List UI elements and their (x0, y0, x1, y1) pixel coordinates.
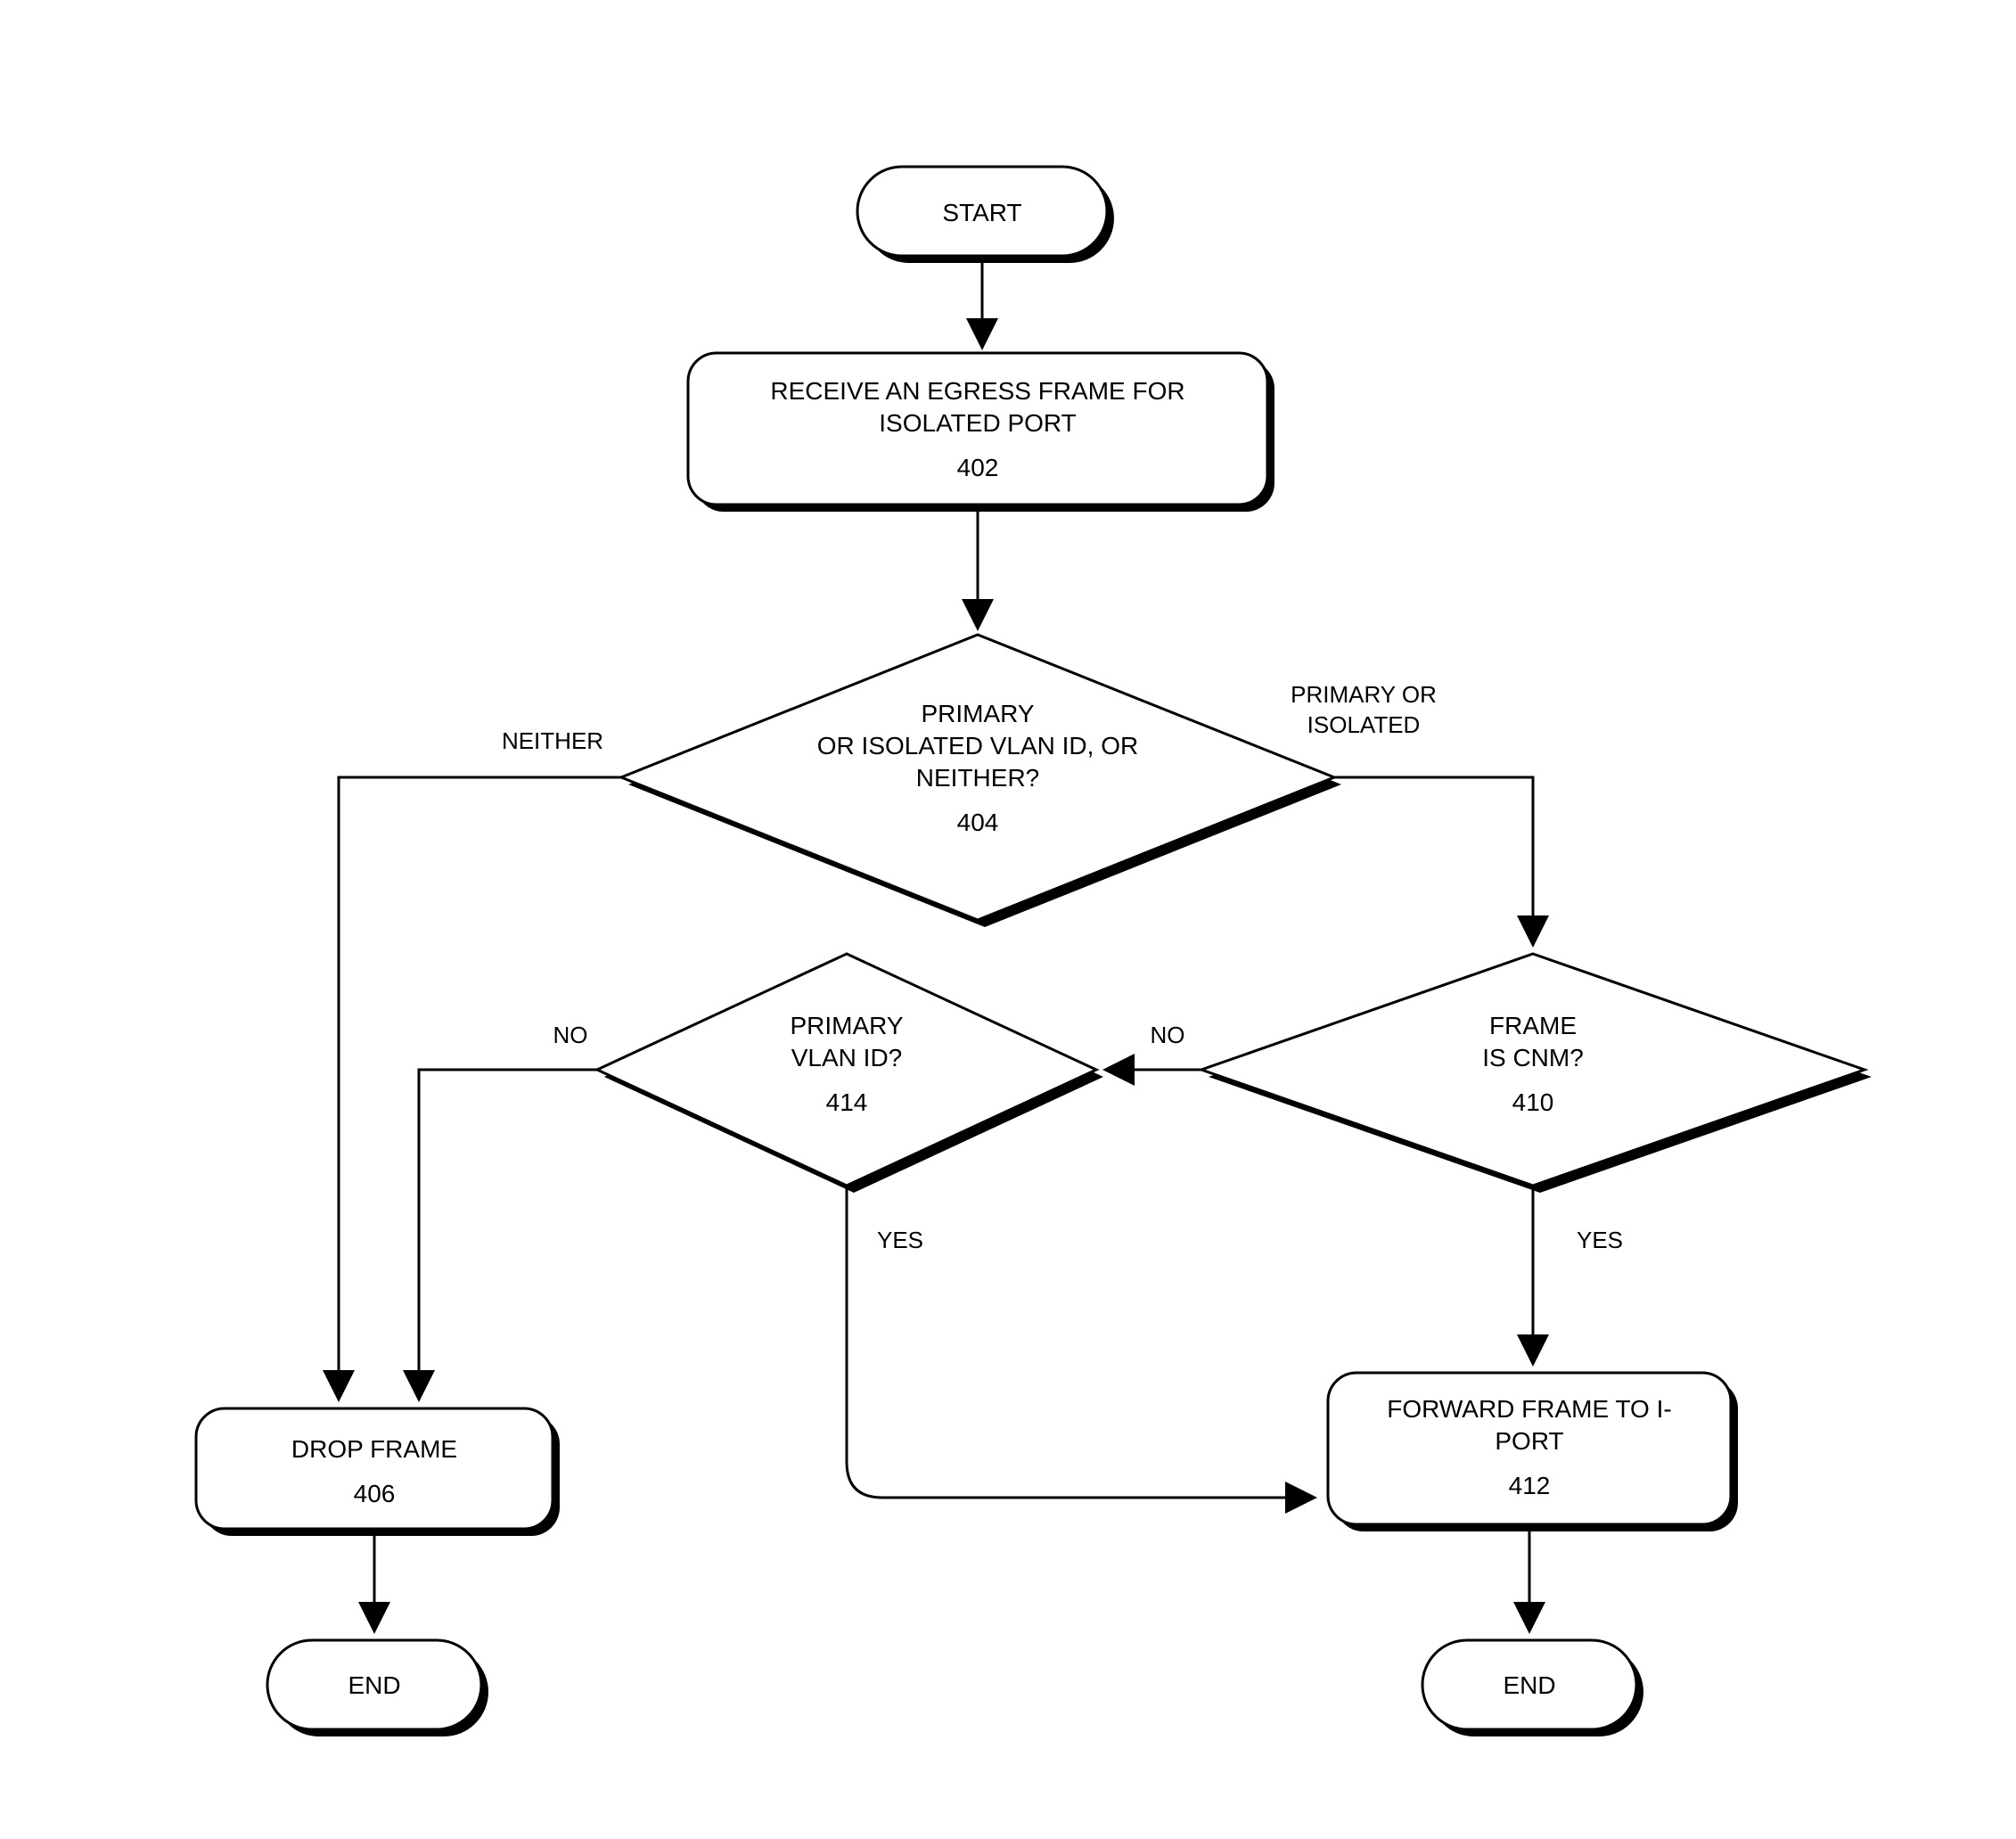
decision-404-line2: OR ISOLATED VLAN ID, OR (817, 732, 1138, 759)
process-406-line2: 406 (354, 1480, 396, 1507)
process-406: DROP FRAME 406 (196, 1408, 560, 1536)
decision-410-line1: FRAME (1489, 1012, 1577, 1039)
process-406-line1: DROP FRAME (291, 1435, 457, 1463)
process-402-line2: ISOLATED PORT (879, 409, 1076, 437)
start-label: START (942, 199, 1021, 226)
decision-410: FRAME IS CNM? 410 (1201, 954, 1872, 1193)
decision-404-line1: PRIMARY (921, 700, 1034, 727)
decision-414-line2: VLAN ID? (791, 1044, 903, 1071)
end-node-1: END (267, 1640, 488, 1736)
decision-414-line3: 414 (826, 1088, 868, 1116)
process-412-line2: PORT (1495, 1427, 1563, 1455)
edge-primary-isolated (1334, 777, 1533, 945)
edge-neither (339, 777, 621, 1400)
start-node: START (857, 167, 1114, 263)
process-412-line3: 412 (1509, 1472, 1551, 1499)
decision-414-line1: PRIMARY (790, 1012, 903, 1039)
process-402: RECEIVE AN EGRESS FRAME FOR ISOLATED POR… (688, 353, 1274, 512)
label-primary-isolated-1: PRIMARY OR (1291, 681, 1437, 708)
process-412-line1: FORWARD FRAME TO I- (1387, 1395, 1671, 1423)
end2-label: END (1503, 1671, 1555, 1699)
label-neither: NEITHER (502, 727, 603, 754)
label-414-yes: YES (877, 1227, 923, 1253)
decision-414: PRIMARY VLAN ID? 414 (597, 954, 1103, 1193)
end1-label: END (348, 1671, 400, 1699)
label-410-yes: YES (1577, 1227, 1623, 1253)
process-412: FORWARD FRAME TO I- PORT 412 (1328, 1373, 1738, 1531)
flowchart-canvas: START RECEIVE AN EGRESS FRAME FOR ISOLAT… (0, 0, 2016, 1839)
label-410-no: NO (1151, 1022, 1185, 1048)
decision-410-line3: 410 (1512, 1088, 1554, 1116)
decision-404: PRIMARY OR ISOLATED VLAN ID, OR NEITHER?… (621, 635, 1341, 927)
label-primary-isolated-2: ISOLATED (1307, 711, 1421, 738)
decision-404-line3: NEITHER? (916, 764, 1039, 792)
label-414-no: NO (553, 1022, 588, 1048)
end-node-2: END (1422, 1640, 1643, 1736)
edge-414-no (419, 1070, 597, 1400)
process-402-line1: RECEIVE AN EGRESS FRAME FOR (770, 377, 1184, 405)
decision-404-line4: 404 (957, 809, 999, 836)
decision-410-line2: IS CNM? (1482, 1044, 1584, 1071)
process-402-line3: 402 (957, 454, 999, 481)
